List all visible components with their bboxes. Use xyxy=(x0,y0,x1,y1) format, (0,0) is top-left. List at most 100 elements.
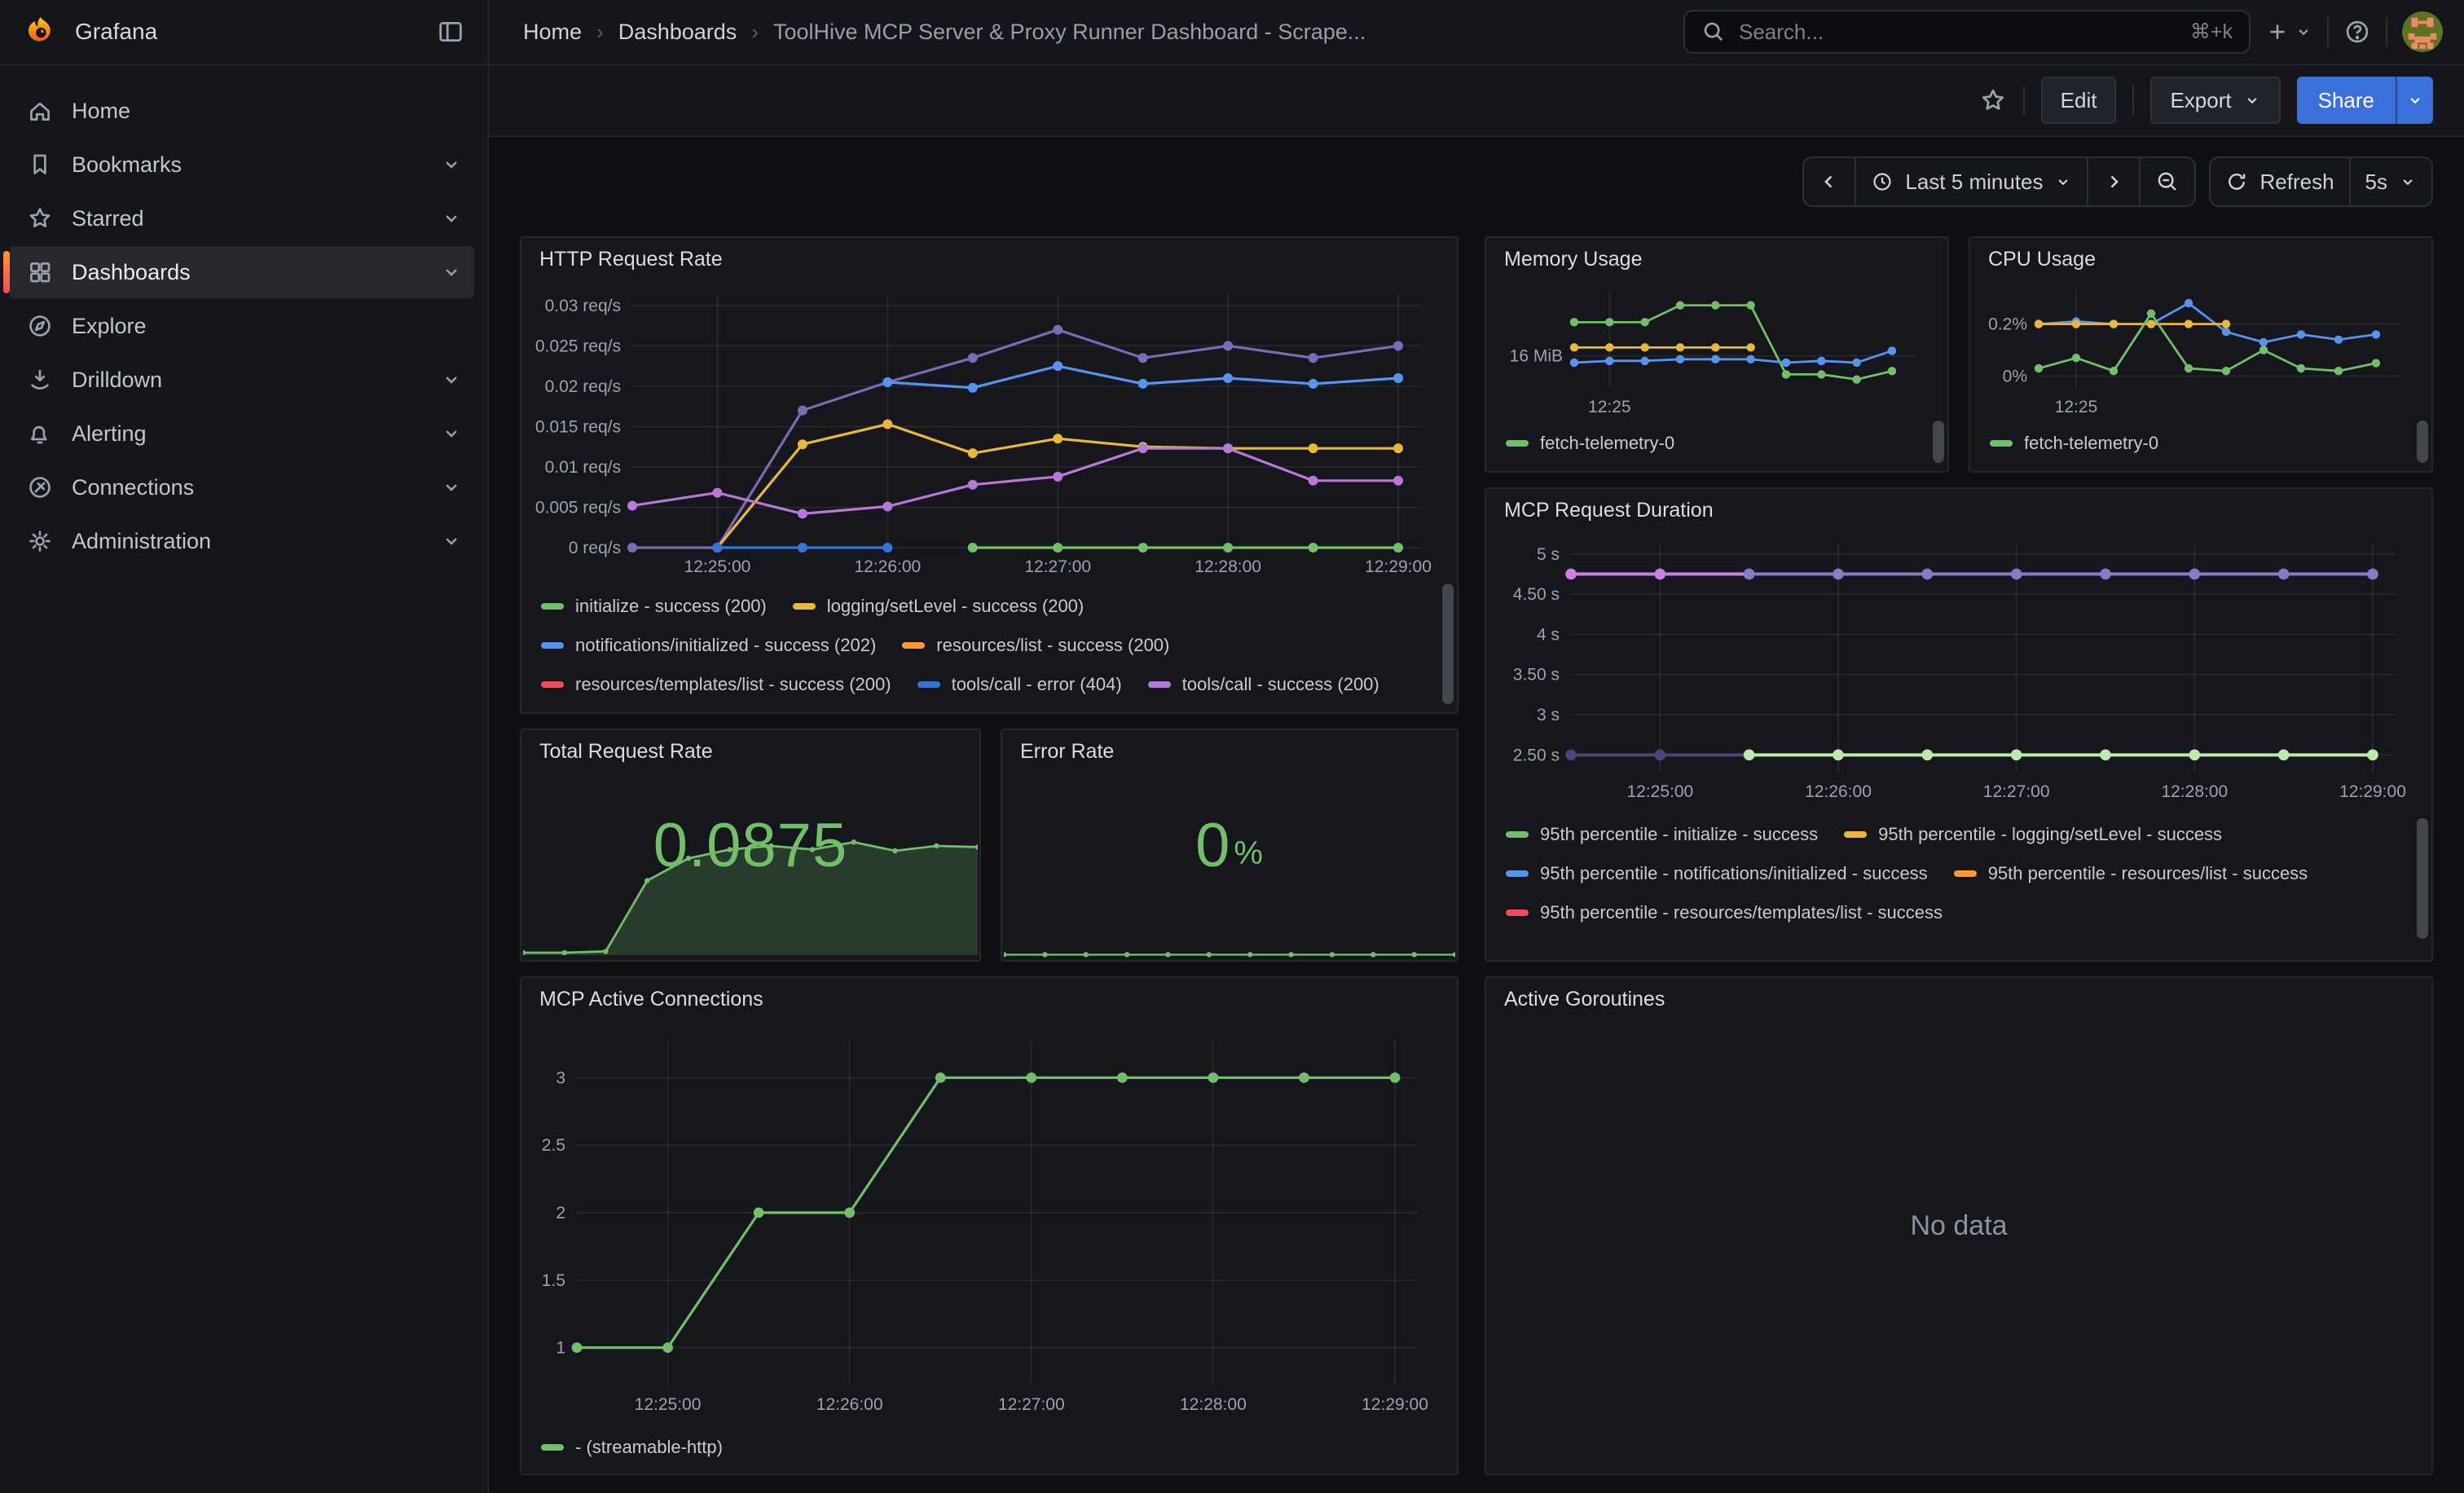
time-range-picker[interactable]: Last 5 minutes xyxy=(1855,158,2087,205)
breadcrumb-item[interactable]: Dashboards xyxy=(618,20,737,45)
svg-text:12:25:00: 12:25:00 xyxy=(635,1395,702,1414)
chevron-down-icon[interactable] xyxy=(442,209,461,228)
panel-title[interactable]: Memory Usage xyxy=(1486,238,1947,271)
edit-button[interactable]: Edit xyxy=(2041,77,2117,124)
svg-text:12:29:00: 12:29:00 xyxy=(1362,1395,1428,1414)
time-shift-forward-button[interactable] xyxy=(2087,158,2139,205)
legend-item[interactable]: fetch-telemetry-0 xyxy=(1990,424,2158,463)
legend-item[interactable]: tools/list - success (200) xyxy=(541,704,768,712)
breadcrumb: Home›Dashboards›ToolHive MCP Server & Pr… xyxy=(489,20,1683,45)
mcp-request-duration-chart[interactable]: 5 s4.50 s4 s3.50 s3 s2.50 s12:25:0012:26… xyxy=(1496,531,2418,805)
http-legend: initialize - success (200) logging/setLev… xyxy=(541,587,1431,712)
legend-scrollbar[interactable] xyxy=(2417,421,2428,463)
legend-item[interactable]: initialize - success (200) xyxy=(541,587,767,626)
legend-item[interactable]: 95th percentile - notifications/initiali… xyxy=(1506,854,1928,893)
user-avatar[interactable] xyxy=(2402,11,2443,52)
legend-item[interactable]: resources/list - success (200) xyxy=(902,626,1169,665)
legend-label: - (streamable-http) xyxy=(575,1437,723,1458)
mcp-active-connections-chart[interactable]: 11.522.5312:25:0012:26:0012:27:0012:28:0… xyxy=(531,1027,1441,1418)
legend-label: 95th percentile - resources/templates/li… xyxy=(1540,902,1943,923)
sidebar-item-dashboards[interactable]: Dashboards xyxy=(10,246,474,298)
legend-color-swatch xyxy=(1990,440,2013,447)
panel-title[interactable]: Total Request Rate xyxy=(521,730,979,764)
chevron-down-icon[interactable] xyxy=(442,424,461,443)
panel-title[interactable]: HTTP Request Rate xyxy=(521,238,1457,271)
grafana-logo-icon[interactable] xyxy=(23,14,59,50)
export-button[interactable]: Export xyxy=(2150,77,2280,124)
home-icon xyxy=(26,97,54,125)
help-icon[interactable] xyxy=(2343,18,2371,46)
cpu-usage-chart[interactable]: 0.2%0%12:25 xyxy=(1977,277,2422,421)
svg-text:4 s: 4 s xyxy=(1537,625,1560,644)
toggle-sidebar-icon[interactable] xyxy=(437,18,464,46)
legend-color-swatch xyxy=(917,681,940,688)
sidebar-item-bookmarks[interactable]: Bookmarks xyxy=(10,139,474,191)
sidebar-item-explore[interactable]: Explore xyxy=(10,300,474,352)
legend-color-swatch xyxy=(541,642,564,649)
sidebar-item-label: Administration xyxy=(72,529,211,554)
sidebar-item-starred[interactable]: Starred xyxy=(10,192,474,244)
add-new-button[interactable] xyxy=(2265,20,2312,44)
memory-legend: fetch-telemetry-0 xyxy=(1506,424,1925,466)
legend-item[interactable]: 95th percentile - resources/list - succe… xyxy=(1954,854,2308,893)
chevron-down-icon[interactable] xyxy=(442,155,461,174)
legend-item[interactable]: logging/setLevel - success (200) xyxy=(793,587,1085,626)
legend-label: tools/call - success (200) xyxy=(1182,674,1379,695)
chevron-down-icon xyxy=(2406,91,2424,109)
share-menu-chevron[interactable] xyxy=(2396,77,2433,124)
legend-scrollbar[interactable] xyxy=(1442,584,1454,704)
legend-scrollbar[interactable] xyxy=(2417,818,2428,939)
legend-scrollbar[interactable] xyxy=(1933,421,1944,463)
breadcrumb-item[interactable]: Home xyxy=(523,20,582,45)
zoom-out-time-button[interactable] xyxy=(2139,158,2194,205)
http-request-rate-chart[interactable]: 0 req/s0.005 req/s0.01 req/s0.015 req/s0… xyxy=(531,280,1444,580)
legend-item[interactable]: 95th percentile - resources/templates/li… xyxy=(1506,893,1943,932)
svg-text:0.01 req/s: 0.01 req/s xyxy=(545,458,621,477)
svg-text:12:27:00: 12:27:00 xyxy=(1024,557,1091,576)
breadcrumb-item[interactable]: ToolHive MCP Server & Proxy Runner Dashb… xyxy=(773,20,1366,45)
sidebar-item-alerting[interactable]: Alerting xyxy=(10,407,474,460)
sidebar-item-home[interactable]: Home xyxy=(10,85,474,137)
legend-item[interactable]: tools/call - error (404) xyxy=(917,665,1122,704)
panel-title[interactable]: Error Rate xyxy=(1002,730,1457,764)
panel-title[interactable]: MCP Active Connections xyxy=(521,978,1457,1011)
sidebar-item-connections[interactable]: Connections xyxy=(10,461,474,513)
panel-mcp-request-duration: MCP Request Duration 5 s4.50 s4 s3.50 s3… xyxy=(1485,487,2433,962)
svg-text:1: 1 xyxy=(556,1339,565,1358)
svg-text:3.50 s: 3.50 s xyxy=(1513,666,1560,685)
refresh-interval-picker[interactable]: 5s xyxy=(2349,158,2431,205)
panel-title[interactable]: MCP Request Duration xyxy=(1486,489,2431,522)
bell-icon xyxy=(26,420,54,447)
legend-item[interactable]: - (streamable-http) xyxy=(541,1428,723,1467)
legend-item[interactable]: 95th percentile - initialize - success xyxy=(1506,815,1818,854)
chevron-down-icon xyxy=(2054,173,2072,191)
legend-item[interactable]: notifications/initialized - success (202… xyxy=(541,626,876,665)
svg-text:4.50 s: 4.50 s xyxy=(1513,585,1560,604)
chevron-down-icon xyxy=(2295,23,2312,41)
favorite-star-icon[interactable] xyxy=(1979,86,2007,114)
sidebar-item-label: Bookmarks xyxy=(72,152,182,178)
legend-item[interactable]: unknown - success (200) xyxy=(794,704,1027,712)
search-placeholder: Search... xyxy=(1739,20,2177,45)
search-input[interactable]: Search... ⌘+k xyxy=(1683,10,2251,54)
chevron-down-icon[interactable] xyxy=(442,531,461,551)
svg-text:0 req/s: 0 req/s xyxy=(569,539,621,557)
connections-legend: - (streamable-http) xyxy=(541,1428,1434,1470)
chevron-down-icon[interactable] xyxy=(442,478,461,497)
apps-icon xyxy=(26,258,54,286)
legend-item[interactable]: 95th percentile - logging/setLevel - suc… xyxy=(1844,815,2222,854)
time-shift-back-button[interactable] xyxy=(1804,158,1855,205)
svg-text:3 s: 3 s xyxy=(1537,706,1560,724)
legend-item[interactable]: resources/templates/list - success (200) xyxy=(541,665,891,704)
share-button[interactable]: Share xyxy=(2297,77,2396,124)
legend-item[interactable]: fetch-telemetry-0 xyxy=(1506,424,1674,463)
refresh-button[interactable]: Refresh xyxy=(2211,158,2348,205)
sidebar-item-administration[interactable]: Administration xyxy=(10,515,474,567)
sidebar-item-drilldown[interactable]: Drilldown xyxy=(10,354,474,406)
panel-title[interactable]: CPU Usage xyxy=(1970,238,2431,271)
memory-usage-chart[interactable]: 16 MiB12:25 xyxy=(1493,277,1938,421)
chevron-down-icon[interactable] xyxy=(442,370,461,390)
plug-icon xyxy=(26,473,54,501)
chevron-down-icon[interactable] xyxy=(442,262,461,282)
legend-item[interactable]: tools/call - success (200) xyxy=(1148,665,1379,704)
